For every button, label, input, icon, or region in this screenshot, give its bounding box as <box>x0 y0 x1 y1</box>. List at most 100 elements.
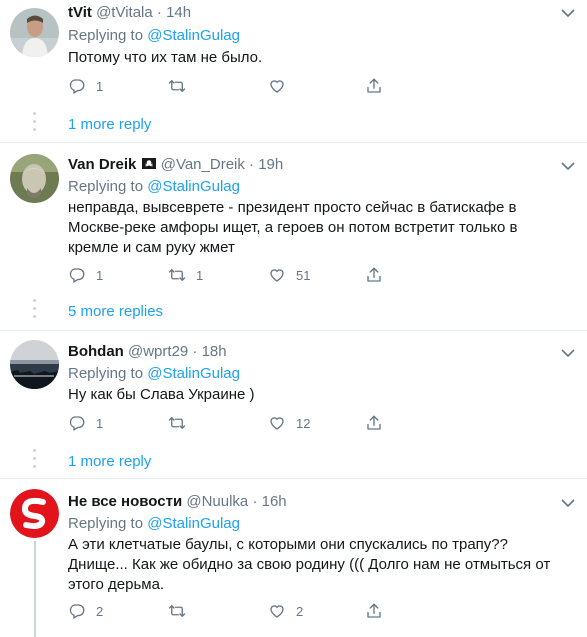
mention-link[interactable]: @StalinGulag <box>147 178 240 195</box>
share-button[interactable] <box>365 76 383 96</box>
retweet-button[interactable] <box>168 413 186 433</box>
action-bar: 1 <box>68 76 388 96</box>
retweet-icon <box>168 77 186 95</box>
handle[interactable]: @wprt29 <box>128 343 188 360</box>
share-icon <box>365 414 383 432</box>
reply-button[interactable]: 2 <box>68 601 103 621</box>
reply-icon <box>68 77 86 95</box>
reply-count: 1 <box>96 415 104 431</box>
avatar[interactable] <box>10 340 59 389</box>
reply-count: 1 <box>96 267 104 283</box>
retweet-icon <box>168 414 186 432</box>
reply-button[interactable]: 1 <box>68 265 103 285</box>
like-icon <box>268 602 286 620</box>
retweet-icon <box>168 266 186 284</box>
share-icon <box>365 77 383 95</box>
reply-icon <box>68 266 86 284</box>
separator: · <box>249 156 255 173</box>
handle[interactable]: @Van_Dreik <box>161 156 245 173</box>
show-more-replies-link[interactable]: 5 more replies <box>68 303 163 320</box>
tweet-header: Не все новости @Nuulka · 16h <box>68 493 287 510</box>
handle[interactable]: @Nuulka <box>186 493 248 510</box>
display-name[interactable]: tVit <box>68 4 92 21</box>
reply-icon <box>68 414 86 432</box>
tweet-header: Bohdan @wprt29 · 18h <box>68 343 227 360</box>
mention-link[interactable]: @StalinGulag <box>147 27 240 44</box>
like-button[interactable]: 12 <box>268 413 310 433</box>
tweet-text: А эти клетчатые баулы, с которыми они сп… <box>68 535 558 595</box>
retweet-icon <box>168 602 186 620</box>
avatar[interactable] <box>10 489 59 538</box>
display-name[interactable]: Не все новости <box>68 493 182 510</box>
separator: · <box>252 493 258 510</box>
replying-to: Replying to @StalinGulag <box>68 515 240 532</box>
separator: · <box>192 343 198 360</box>
share-icon <box>365 602 383 620</box>
timestamp[interactable]: 14h <box>166 4 191 21</box>
retweet-button[interactable]: 1 <box>168 265 203 285</box>
like-count: 51 <box>296 267 311 283</box>
handle[interactable]: @tVitala <box>96 4 153 21</box>
tweet-text-line: Москве-реке амфоры ищет, а героев он пот… <box>68 219 518 236</box>
like-icon <box>268 77 286 95</box>
display-name[interactable]: Bohdan <box>68 343 124 360</box>
retweet-count: 1 <box>196 267 204 283</box>
avatar[interactable] <box>10 8 59 57</box>
chevron-down-icon[interactable] <box>561 498 575 508</box>
like-button[interactable]: 51 <box>268 265 310 285</box>
tweet-text-line: Днище... Как же обидно за свою родину ((… <box>68 556 551 573</box>
replying-to: Replying to @StalinGulag <box>68 178 240 195</box>
separator: · <box>156 4 162 21</box>
tweet-text: неправда, вывсеврете - президент просто … <box>68 198 558 258</box>
avatar[interactable] <box>10 154 59 203</box>
show-more-replies-link[interactable]: 1 more reply <box>68 116 151 133</box>
tweet[interactable]: Van Dreik @Van_Dreik · 19h Replying to @… <box>0 143 587 330</box>
tweet[interactable]: Не все новости @Nuulka · 16h Replying to… <box>0 479 587 637</box>
share-button[interactable] <box>365 265 383 285</box>
reply-button[interactable]: 1 <box>68 413 103 433</box>
replying-to: Replying to @StalinGulag <box>68 27 240 44</box>
share-button[interactable] <box>365 601 383 621</box>
thread-dots <box>33 299 36 323</box>
reply-count: 2 <box>96 603 104 619</box>
tweet-text-line: кремле и сам руку жмет <box>68 239 235 256</box>
tweet-text-line: этого дерьма. <box>68 576 165 593</box>
tweet[interactable]: tVit @tVitala · 14h Replying to @StalinG… <box>0 0 587 140</box>
like-button[interactable] <box>268 76 286 96</box>
share-button[interactable] <box>365 413 383 433</box>
mention-link[interactable]: @StalinGulag <box>147 515 240 532</box>
tweet-text: Ну как бы Слава Украине ) <box>68 386 255 403</box>
pirate-flag-icon <box>141 157 157 171</box>
tweet-header: Van Dreik @Van_Dreik · 19h <box>68 156 283 173</box>
display-name[interactable]: Van Dreik <box>68 156 136 173</box>
action-bar: 2 2 <box>68 601 388 621</box>
tweet[interactable]: Bohdan @wprt29 · 18h Replying to @Stalin… <box>0 331 587 477</box>
tweet-text-line: А эти клетчатые баулы, с которыми они сп… <box>68 536 508 553</box>
thread-dots <box>33 112 36 136</box>
reply-count: 1 <box>96 78 104 94</box>
tweet-text: Потому что их там не было. <box>68 49 263 66</box>
retweet-button[interactable] <box>168 601 186 621</box>
tweet-header: tVit @tVitala · 14h <box>68 4 191 21</box>
timestamp[interactable]: 16h <box>262 493 287 510</box>
timestamp[interactable]: 18h <box>202 343 227 360</box>
action-bar: 1 1 51 <box>68 265 388 285</box>
like-icon <box>268 266 286 284</box>
chevron-down-icon[interactable] <box>561 161 575 171</box>
thread-line <box>34 541 36 637</box>
like-icon <box>268 414 286 432</box>
timestamp[interactable]: 19h <box>258 156 283 173</box>
chevron-down-icon[interactable] <box>561 8 575 18</box>
mention-link[interactable]: @StalinGulag <box>147 365 240 382</box>
thread-dots <box>33 449 36 473</box>
reply-icon <box>68 602 86 620</box>
like-button[interactable]: 2 <box>268 601 303 621</box>
chevron-down-icon[interactable] <box>561 348 575 358</box>
action-bar: 1 12 <box>68 413 388 433</box>
reply-button[interactable]: 1 <box>68 76 103 96</box>
replying-to: Replying to @StalinGulag <box>68 365 240 382</box>
show-more-replies-link[interactable]: 1 more reply <box>68 453 151 470</box>
retweet-button[interactable] <box>168 76 186 96</box>
like-count: 2 <box>296 603 304 619</box>
like-count: 12 <box>296 415 311 431</box>
